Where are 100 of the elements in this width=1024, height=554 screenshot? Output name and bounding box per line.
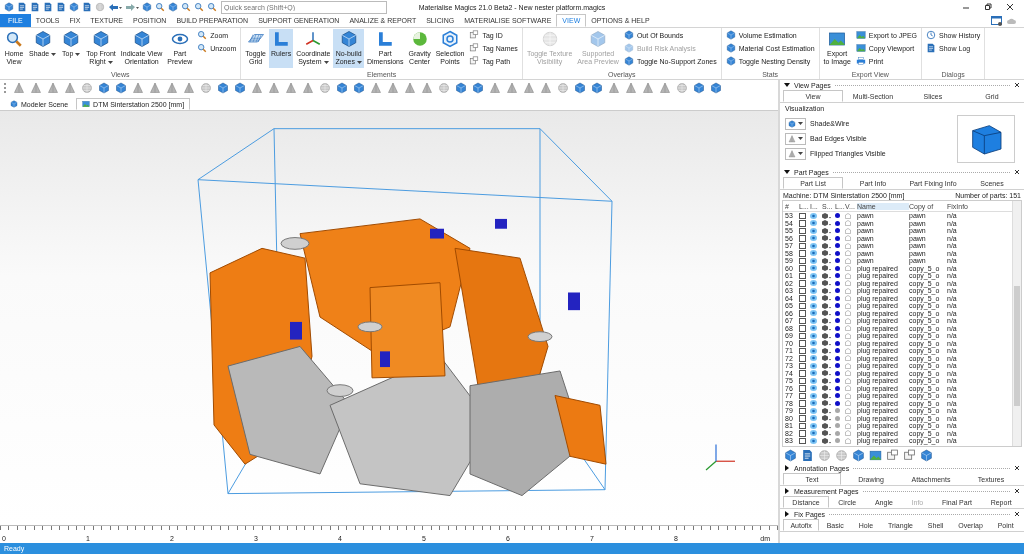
cube-icon: [574, 82, 586, 94]
shade-icon[interactable]: [822, 250, 831, 257]
triangle-icon: [540, 82, 552, 94]
picture-icon: [828, 30, 847, 48]
checkbox[interactable]: [799, 280, 806, 287]
checkbox[interactable]: [799, 257, 806, 264]
cube-icon: [693, 82, 705, 94]
shade-icon[interactable]: [822, 340, 831, 347]
checkbox[interactable]: [799, 227, 806, 234]
picture-icon: [855, 30, 866, 40]
dropdown-button[interactable]: [785, 132, 806, 145]
shade-icon[interactable]: [822, 422, 831, 429]
sphere-icon: [835, 448, 848, 462]
shade-icon[interactable]: [822, 272, 831, 279]
shade-icon[interactable]: [822, 332, 831, 339]
checkbox[interactable]: [799, 242, 806, 249]
caret-icon: [798, 137, 803, 140]
checkbox[interactable]: [799, 392, 806, 399]
shade-icon[interactable]: [822, 227, 831, 234]
expand-triangle-icon[interactable]: [784, 511, 790, 517]
shade-icon[interactable]: [822, 265, 831, 272]
shade-icon[interactable]: [822, 370, 831, 377]
checkbox[interactable]: [799, 295, 806, 302]
triangle-icon: [166, 82, 178, 94]
close-icon[interactable]: [1014, 511, 1020, 517]
checkbox[interactable]: [799, 235, 806, 242]
close-icon[interactable]: [1014, 82, 1020, 88]
cube-icon: [784, 448, 797, 462]
shade-icon[interactable]: [822, 295, 831, 302]
checkbox[interactable]: [799, 325, 806, 332]
redo-icon[interactable]: [125, 2, 139, 12]
shade-icon[interactable]: [822, 280, 831, 287]
shade-icon[interactable]: [822, 385, 831, 392]
dropdown-button[interactable]: [785, 147, 806, 160]
checkbox[interactable]: [799, 287, 806, 294]
close-icon[interactable]: [1006, 3, 1014, 11]
checkbox[interactable]: [799, 332, 806, 339]
shade-icon[interactable]: [822, 220, 831, 227]
shade-icon[interactable]: [822, 257, 831, 264]
shade-icon[interactable]: [822, 362, 831, 369]
cube-icon: [725, 30, 736, 40]
shade-icon[interactable]: [822, 400, 831, 407]
close-icon[interactable]: [1014, 465, 1020, 471]
checkbox[interactable]: [799, 355, 806, 362]
checkbox[interactable]: [799, 422, 806, 429]
shade-icon[interactable]: [822, 242, 831, 249]
shade-icon[interactable]: [822, 437, 831, 444]
checkbox[interactable]: [799, 265, 806, 272]
view-cube-preview[interactable]: [957, 114, 1015, 163]
checkbox[interactable]: [799, 317, 806, 324]
checkbox[interactable]: [799, 400, 806, 407]
expand-triangle-icon[interactable]: [784, 169, 790, 175]
checkbox[interactable]: [799, 220, 806, 227]
cube-icon: [115, 82, 127, 94]
checkbox[interactable]: [799, 347, 806, 354]
checkbox[interactable]: [799, 272, 806, 279]
tag-icon: [469, 56, 480, 66]
expand-triangle-icon[interactable]: [784, 465, 790, 471]
checkbox[interactable]: [799, 250, 806, 257]
shade-icon[interactable]: [822, 392, 831, 399]
document-icon: [926, 43, 937, 53]
cube-icon: [33, 30, 52, 48]
tag-icon: [469, 30, 480, 40]
close-icon[interactable]: [1014, 488, 1020, 494]
expand-triangle-icon[interactable]: [784, 82, 790, 88]
shade-icon[interactable]: [822, 212, 831, 219]
scrollbar[interactable]: [1012, 201, 1021, 446]
shade-icon[interactable]: [822, 302, 831, 309]
cube-icon: [852, 448, 865, 462]
checkbox[interactable]: [799, 340, 806, 347]
undo-icon[interactable]: [108, 2, 122, 12]
checkbox[interactable]: [799, 212, 806, 219]
triangle-icon: [421, 82, 433, 94]
checkbox[interactable]: [799, 385, 806, 392]
shade-icon[interactable]: [822, 235, 831, 242]
shade-icon[interactable]: [822, 377, 831, 384]
shade-icon[interactable]: [822, 317, 831, 324]
shade-icon[interactable]: [822, 355, 831, 362]
shade-icon[interactable]: [822, 347, 831, 354]
shade-icon[interactable]: [822, 287, 831, 294]
shade-icon[interactable]: [822, 407, 831, 414]
checkbox[interactable]: [799, 407, 806, 414]
shade-icon[interactable]: [822, 325, 831, 332]
checkbox[interactable]: [799, 437, 806, 444]
shade-icon[interactable]: [822, 415, 831, 422]
expand-triangle-icon[interactable]: [784, 488, 790, 494]
close-icon[interactable]: [1014, 169, 1020, 175]
restore-icon[interactable]: [984, 3, 992, 11]
checkbox[interactable]: [799, 310, 806, 317]
checkbox[interactable]: [799, 302, 806, 309]
checkbox[interactable]: [799, 362, 806, 369]
window-settings-icon[interactable]: [991, 15, 1003, 26]
checkbox[interactable]: [799, 430, 806, 437]
cube-icon: [589, 30, 608, 48]
checkbox[interactable]: [799, 377, 806, 384]
shade-icon[interactable]: [822, 310, 831, 317]
checkbox[interactable]: [799, 370, 806, 377]
checkbox[interactable]: [799, 415, 806, 422]
shade-icon[interactable]: [822, 430, 831, 437]
dropdown-button[interactable]: [785, 117, 806, 130]
